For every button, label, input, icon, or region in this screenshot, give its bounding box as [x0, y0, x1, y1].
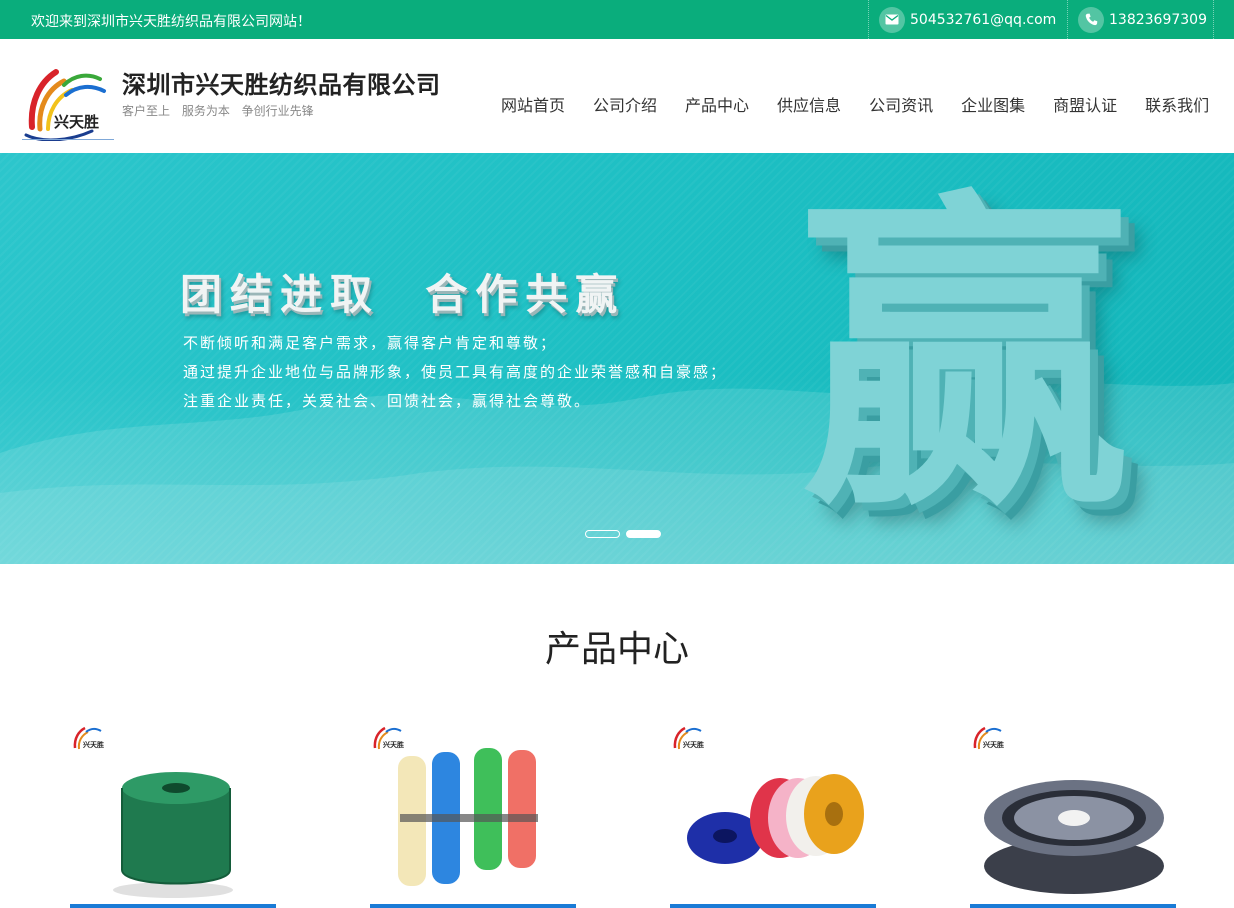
nav-gallery[interactable]: 企业图集	[961, 92, 1025, 116]
mail-icon	[879, 6, 905, 33]
product-card-2[interactable]: 兴天胜	[370, 718, 576, 908]
logo-text: 兴天胜	[54, 113, 99, 131]
banner-headline: 团结进取 合作共赢	[180, 270, 626, 319]
company-slogan: 客户至上 服务为本 争创行业先锋	[122, 104, 314, 118]
product-image-color-straps	[398, 748, 538, 886]
product-image-green-roll	[113, 772, 233, 898]
banner-3d-character: 赢	[800, 166, 1130, 550]
product-card-1[interactable]: 兴天胜	[70, 718, 276, 908]
main-nav: 网站首页 公司介绍 产品中心 供应信息 公司资讯 企业图集 商盟认证 联系我们	[487, 92, 1223, 116]
nav-certification[interactable]: 商盟认证	[1053, 92, 1117, 116]
welcome-text: 欢迎来到深圳市兴天胜纺织品有限公司网站！	[31, 14, 311, 30]
logo-underline	[22, 139, 114, 140]
hero-banner[interactable]: 赢 团结进取 合作共赢 不断倾听和满足客户需求，赢得客户肯定和尊敬； 通过提升企…	[0, 153, 1234, 564]
product-card-bar	[370, 904, 576, 908]
product-card-bar	[970, 904, 1176, 908]
email-text: 504532761@qq.com	[910, 11, 1057, 28]
email-contact[interactable]: 504532761@qq.com	[868, 0, 1063, 39]
banner-line: 通过提升企业地位与品牌形象，使员工具有高度的企业荣誉感和自豪感；	[183, 363, 728, 381]
product-card-bar	[670, 904, 876, 908]
slide-dot-1[interactable]	[585, 530, 620, 538]
phone-contact[interactable]: 13823697309	[1067, 0, 1214, 39]
product-image-gray-roll	[984, 780, 1164, 894]
phone-text: 13823697309	[1109, 11, 1207, 28]
site-header: 兴天胜 深圳市兴天胜纺织品有限公司 客户至上 服务为本 争创行业先锋 网站首页 …	[0, 39, 1234, 153]
product-card-bar	[70, 904, 276, 908]
nav-news[interactable]: 公司资讯	[869, 92, 933, 116]
slide-dot-2[interactable]	[626, 530, 661, 538]
company-name: 深圳市兴天胜纺织品有限公司	[122, 71, 441, 99]
product-card-3[interactable]: 兴天胜	[670, 718, 876, 908]
nav-about[interactable]: 公司介绍	[593, 92, 657, 116]
nav-supply[interactable]: 供应信息	[777, 92, 841, 116]
nav-products[interactable]: 产品中心	[685, 92, 749, 116]
nav-home[interactable]: 网站首页	[501, 92, 565, 116]
product-image-color-rolls	[687, 774, 864, 864]
products-section-title: 产品中心	[544, 629, 689, 670]
slide-indicators	[585, 530, 661, 538]
banner-line: 不断倾听和满足客户需求，赢得客户肯定和尊敬；	[183, 334, 558, 352]
banner-text: 不断倾听和满足客户需求，赢得客户肯定和尊敬； 通过提升企业地位与品牌形象，使员工…	[183, 329, 727, 416]
phone-icon	[1078, 6, 1104, 33]
top-bar: 欢迎来到深圳市兴天胜纺织品有限公司网站！ 504532761@qq.com 13…	[0, 0, 1234, 39]
nav-contact[interactable]: 联系我们	[1145, 92, 1209, 116]
banner-line: 注重企业责任，关爱社会、回馈社会，赢得社会尊敬。	[183, 392, 592, 410]
product-card-4[interactable]: 兴天胜	[970, 718, 1176, 908]
company-logo[interactable]: 兴天胜	[22, 57, 114, 141]
